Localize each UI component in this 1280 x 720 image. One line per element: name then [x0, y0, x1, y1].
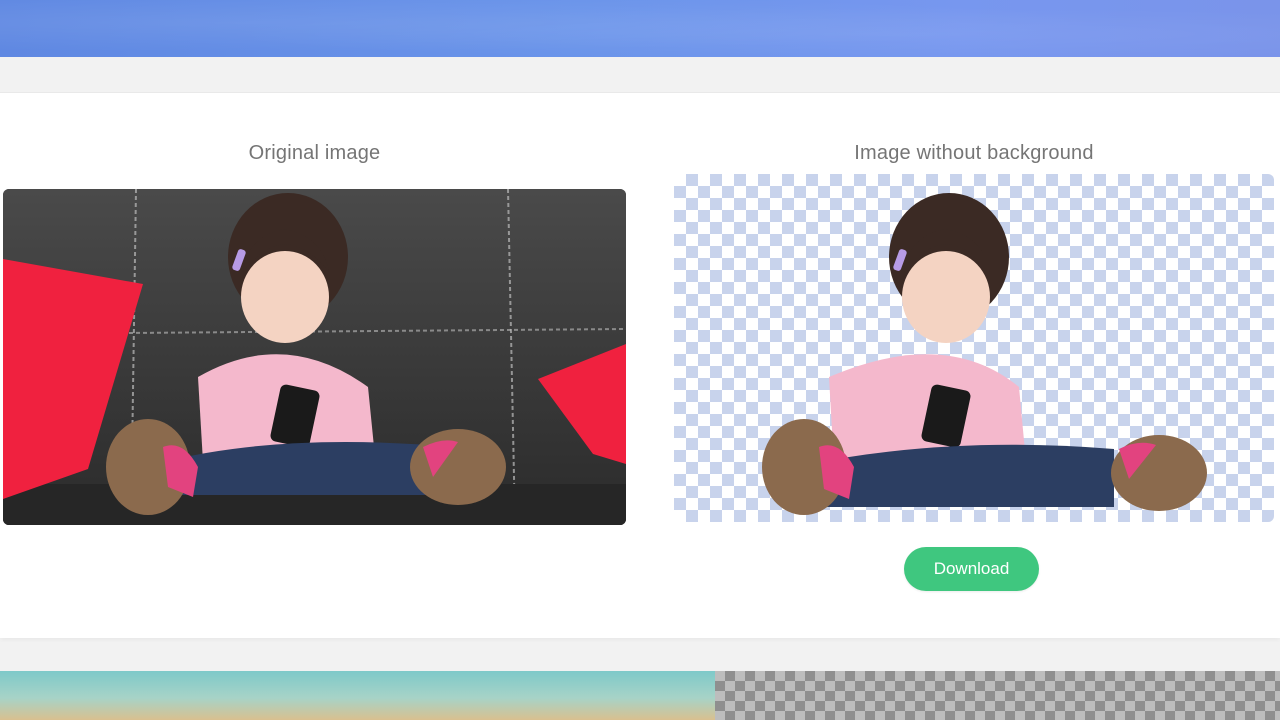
original-image-title: Original image — [248, 142, 381, 164]
next-example-preview — [0, 671, 1280, 720]
top-banner — [0, 0, 1280, 57]
next-original-image — [0, 671, 715, 720]
result-image — [674, 174, 1274, 522]
result-card: Original image Image without background — [0, 92, 1280, 638]
result-image-title: Image without background — [854, 142, 1094, 164]
download-button[interactable]: Download — [904, 547, 1039, 591]
next-result-image — [715, 671, 1280, 720]
original-image — [3, 189, 626, 525]
